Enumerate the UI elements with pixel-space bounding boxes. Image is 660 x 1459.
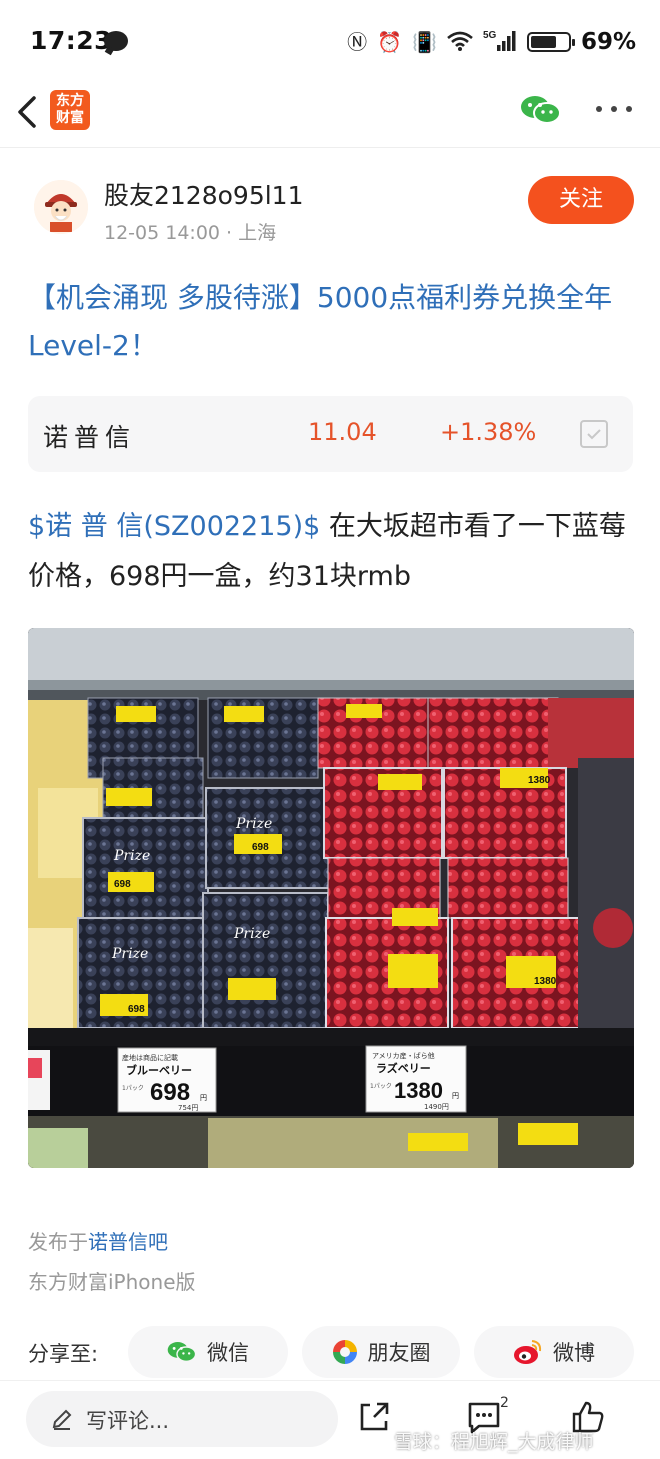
pen-icon — [52, 1409, 72, 1430]
eastmoney-logo[interactable]: 东方 财富 — [50, 90, 90, 130]
stock-quote-card[interactable]: 诺普信 11.04 +1.38% — [28, 396, 633, 472]
stock-bar-link[interactable]: 诺普信吧 — [88, 1230, 168, 1254]
share-wechat-button[interactable]: 微信 — [128, 1326, 288, 1378]
post-photo[interactable]: Prize Prize Prize Prize 698 698 698 1380… — [28, 628, 634, 1168]
stock-tag-link[interactable]: $诺 普 信(SZ002215)$ — [28, 511, 320, 542]
dot-icon — [611, 106, 617, 112]
xueqiu-watermark: 雪球：程旭辉_大成律师 — [394, 1431, 594, 1453]
client-source: 东方财富iPhone版 — [28, 1270, 196, 1294]
logo-text-line2: 财富 — [56, 110, 84, 126]
battery-fill — [530, 36, 556, 48]
tag-pack: 1パック — [122, 1085, 144, 1092]
dot-icon — [626, 106, 632, 112]
signal-icon: 5G — [483, 29, 517, 56]
post-body: $诺 普 信(SZ002215)$ 在大坂超市看了一下蓝莓价格，698円一盒，约… — [28, 502, 638, 602]
wechat-icon — [167, 1342, 197, 1363]
battery-icon — [526, 32, 575, 52]
price-sticker-text: 1380 — [528, 775, 551, 786]
brand-text: Prize — [113, 848, 150, 864]
status-bar: 17:23 Ⓝ ⏰ 📳 5G 69% — [0, 0, 660, 84]
supermarket-berries-photo: Prize Prize Prize Prize 698 698 698 1380… — [28, 628, 634, 1168]
raspberry-price-tag: アメリカ産・ばら他 ラズベリー 1パック 1380 円 1490円 — [365, 1045, 467, 1113]
follow-button[interactable]: 关注 — [528, 176, 634, 224]
logo-text-line1: 东方 — [56, 93, 84, 109]
moments-icon — [332, 1340, 357, 1364]
stock-price: 11.04 — [308, 418, 377, 446]
status-icons: Ⓝ ⏰ 📳 5G 69% — [347, 26, 636, 58]
price-sticker-text: 698 — [252, 842, 269, 853]
post-title-link[interactable]: 【机会涌现 多股待涨】5000点福利券兑换全年Level-2！ — [28, 274, 633, 370]
more-options-button[interactable] — [596, 94, 632, 124]
share-label: 分享至: — [28, 1342, 99, 1366]
status-time: 17:23 — [30, 26, 113, 55]
stock-name: 诺普信 — [43, 423, 137, 452]
share-moments-label: 朋友圈 — [367, 1341, 431, 1365]
author-avatar[interactable] — [34, 180, 88, 234]
comment-count-badge: 2 — [500, 1395, 509, 1411]
brand-text: Prize — [235, 816, 272, 832]
comment-input[interactable]: 写评论... — [26, 1391, 338, 1447]
tag-price: 1380 — [394, 1078, 443, 1103]
share-weibo-label: 微博 — [553, 1341, 595, 1365]
battery-percent: 69% — [580, 29, 636, 55]
bottom-action-bar: 写评论... 2 雪球：程旭辉_大成律师 — [0, 1380, 660, 1459]
share-wechat-label: 微信 — [207, 1341, 249, 1365]
share-row: 分享至: 微信 朋友圈 微博 — [0, 1326, 660, 1378]
comment-placeholder: 写评论... — [86, 1409, 170, 1433]
share-weibo-button[interactable]: 微博 — [474, 1326, 634, 1378]
brand-text: Prize — [111, 946, 148, 962]
share-moments-button[interactable]: 朋友圈 — [302, 1326, 460, 1378]
weibo-icon — [514, 1340, 542, 1364]
wifi-icon — [447, 31, 473, 54]
tag-tax-price: 1490円 — [424, 1103, 449, 1111]
tag-header: 産地は商品に記載 — [122, 1053, 178, 1062]
tag-pack: 1パック — [370, 1083, 392, 1090]
published-prefix: 发布于 — [28, 1230, 88, 1254]
wechat-share-icon[interactable] — [520, 94, 562, 126]
post-time-location: 12-05 14:00 · 上海 — [104, 222, 277, 244]
alarm-icon: ⏰ — [377, 30, 403, 54]
tag-header: アメリカ産・ばら他 — [372, 1051, 435, 1060]
network-type: 5G — [483, 30, 497, 41]
price-sticker-text: 698 — [128, 1004, 145, 1015]
tag-tax-price: 754円 — [178, 1104, 198, 1112]
tag-product-name: ブルーベリー — [126, 1063, 192, 1077]
navigation-bar: 东方 财富 — [0, 84, 660, 148]
tag-yen: 円 — [452, 1092, 459, 1100]
chevron-left-icon — [18, 96, 36, 128]
author-header: 股友2128o95l11 12-05 14:00 · 上海 关注 — [0, 170, 660, 250]
brand-text: Prize — [233, 926, 270, 942]
price-sticker-text: 698 — [114, 879, 131, 890]
add-watchlist-checkbox-icon[interactable] — [580, 420, 608, 448]
back-button[interactable] — [12, 90, 52, 138]
published-in: 发布于诺普信吧 — [28, 1226, 168, 1255]
message-notification-icon — [104, 31, 128, 51]
vibrate-icon: 📳 — [412, 30, 437, 54]
nfc-icon: Ⓝ — [347, 30, 368, 54]
dot-icon — [596, 106, 602, 112]
price-sticker-text: 1380 — [534, 976, 557, 987]
author-name[interactable]: 股友2128o95l11 — [104, 176, 304, 212]
blueberry-price-tag: 産地は商品に記載 ブルーベリー 1パック 698 円 754円 — [117, 1047, 217, 1113]
stock-change: +1.38% — [440, 418, 537, 446]
tag-product-name: ラズベリー — [376, 1061, 431, 1075]
share-icon[interactable] — [356, 1399, 392, 1435]
tag-yen: 円 — [200, 1094, 207, 1102]
tag-price: 698 — [150, 1079, 190, 1106]
